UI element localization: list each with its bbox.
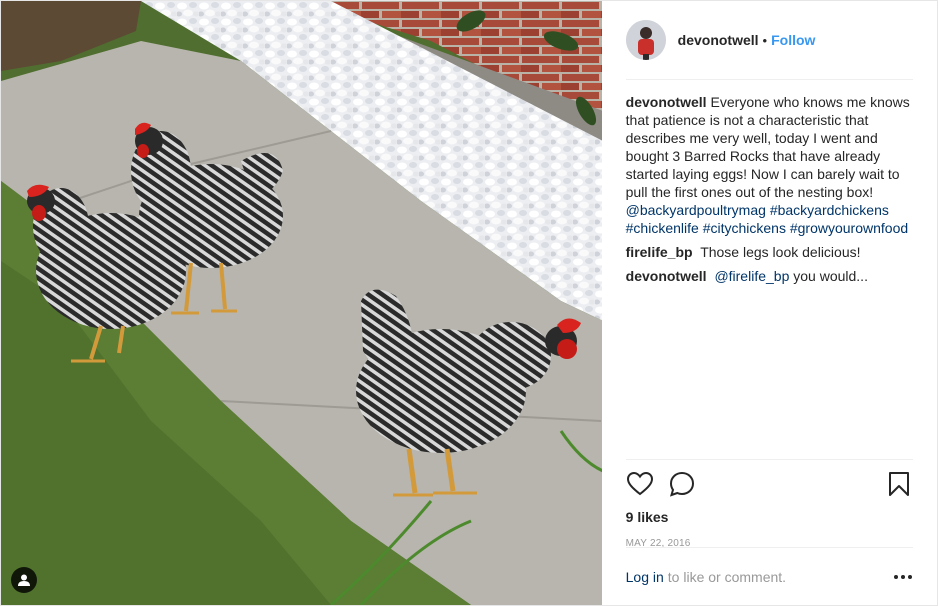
hashtag-link[interactable]: @backyardpoultrymag xyxy=(626,202,766,218)
comment-username[interactable]: devonotwell xyxy=(626,268,707,284)
user-tag-button[interactable] xyxy=(11,567,37,593)
comment-username[interactable]: firelife_bp xyxy=(626,244,693,260)
user-tag-icon xyxy=(18,574,30,586)
instagram-post: devonotwell • Follow devonotwell Everyone… xyxy=(0,0,938,606)
header-separator: • xyxy=(762,32,768,48)
like-button[interactable] xyxy=(626,470,654,498)
comments-list: devonotwell Everyone who knows me knows t… xyxy=(626,80,913,291)
post-photo[interactable] xyxy=(1,1,602,605)
heart-icon xyxy=(626,472,653,496)
more-dots-icon xyxy=(894,574,912,579)
hashtag-link[interactable]: #citychickens xyxy=(703,220,786,236)
hashtag-link[interactable]: #chickenlife xyxy=(626,220,699,236)
save-button[interactable] xyxy=(885,470,913,498)
header-username[interactable]: devonotwell xyxy=(678,32,759,48)
action-icons xyxy=(626,460,913,508)
comment-bubble-icon xyxy=(669,471,694,497)
comment: firelife_bp Those legs look delicious! xyxy=(626,243,913,261)
caption-comment: devonotwell Everyone who knows me knows t… xyxy=(626,93,913,237)
comment-text: Those legs look delicious! xyxy=(700,244,861,260)
user-avatar[interactable] xyxy=(625,20,666,60)
comment: devonotwell @firelife_bp you would... xyxy=(626,267,913,285)
comment-button[interactable] xyxy=(668,470,696,498)
login-text: to like or comment. xyxy=(667,568,787,585)
comment-text: you would... xyxy=(793,268,868,284)
post-header: devonotwell • Follow xyxy=(625,1,913,80)
more-options-button[interactable] xyxy=(893,574,913,580)
avatar-icon xyxy=(625,20,666,60)
bookmark-icon xyxy=(889,472,909,496)
mention-link[interactable]: @firelife_bp xyxy=(714,268,789,284)
hashtag-link[interactable]: #backyardchickens xyxy=(770,202,889,218)
actions-section: 9 likes MAY 22, 2016 xyxy=(625,459,913,549)
follow-button[interactable]: Follow xyxy=(771,32,815,48)
likes-count[interactable]: 9 likes xyxy=(626,508,913,526)
hashtag-link[interactable]: #growyourownfood xyxy=(790,220,908,236)
chickens-photo xyxy=(1,1,602,605)
comment-username[interactable]: devonotwell xyxy=(626,94,707,110)
login-link[interactable]: Log in xyxy=(626,569,664,585)
login-bar: Log in to like or comment. xyxy=(625,547,913,605)
post-sidebar: devonotwell • Follow devonotwell Everyone… xyxy=(602,1,937,605)
